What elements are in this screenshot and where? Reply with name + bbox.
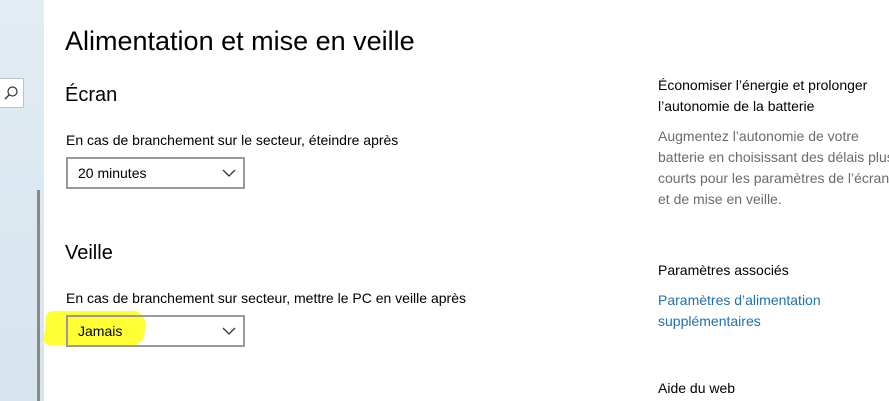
tip-heading: Économiser l’énergie et prolonger l’auto… (658, 77, 868, 114)
screen-timeout-label: En cas de branchement sur le secteur, ét… (66, 132, 399, 148)
screen-section-heading: Écran (65, 84, 118, 106)
sleep-timeout-label: En cas de branchement sur secteur, mettr… (66, 290, 466, 306)
chevron-down-icon (222, 327, 236, 335)
sidebar (0, 0, 44, 401)
tip-text: Augmentez l’autonomie de votre batterie … (658, 128, 889, 207)
web-help-heading: Aide du web (658, 380, 736, 396)
additional-power-settings-link[interactable]: Paramètres d’alimentation supplémentaire… (658, 290, 858, 332)
sleep-timeout-value: Jamais (78, 323, 123, 339)
related-settings-heading: Paramètres associés (658, 262, 789, 278)
search-icon (4, 86, 18, 100)
screen-timeout-dropdown[interactable]: 20 minutes (66, 157, 245, 189)
sleep-section-heading: Veille (65, 242, 113, 264)
screen-timeout-value: 20 minutes (78, 165, 147, 181)
sleep-timeout-dropdown[interactable]: Jamais (66, 315, 245, 347)
page-title: Alimentation et mise en veille (65, 26, 415, 56)
scrollbar[interactable] (37, 190, 40, 401)
search-box[interactable] (0, 78, 24, 108)
settings-page: Alimentation et mise en veille Écran En … (0, 0, 889, 401)
chevron-down-icon (222, 169, 236, 177)
